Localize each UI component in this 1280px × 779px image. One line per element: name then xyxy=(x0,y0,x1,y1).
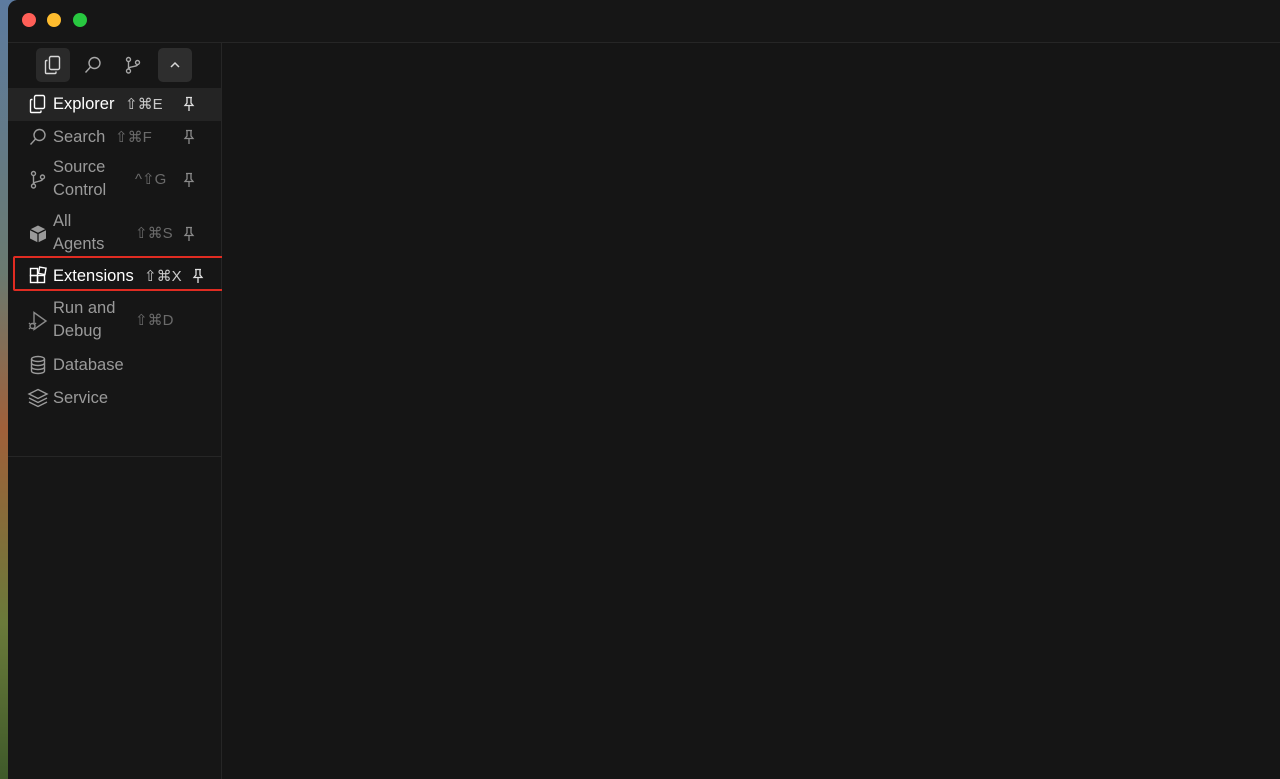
files-icon[interactable] xyxy=(36,48,70,82)
run-debug-icon xyxy=(27,310,49,332)
menu-item-label: Search xyxy=(53,128,106,146)
menu-item-label: Explorer xyxy=(53,95,115,113)
menu-item-label-line1: Run and xyxy=(53,299,116,317)
menu-item-label-line1: All xyxy=(53,212,72,230)
source-control-icon xyxy=(27,169,49,191)
menu-item-label-line2: Agents xyxy=(53,235,105,253)
source-control-icon[interactable] xyxy=(116,48,150,82)
extensions-highlight-annotation xyxy=(13,256,243,291)
menu-item-run-and-debug[interactable]: Run and Debug ⇧⌘D xyxy=(8,295,221,347)
menu-item-database[interactable]: Database xyxy=(8,349,221,382)
minimize-window-button[interactable] xyxy=(47,13,61,27)
app-window: Explorer ⇧⌘E Search ⇧⌘F Source Control ^… xyxy=(8,0,1280,779)
menu-item-label-line2: Debug xyxy=(53,322,102,340)
menu-divider xyxy=(8,456,221,457)
cube-icon xyxy=(27,223,49,245)
files-icon xyxy=(27,93,49,115)
keyboard-shortcut: ⇧⌘S xyxy=(135,225,173,242)
menu-item-source-control[interactable]: Source Control ^⇧G xyxy=(8,154,221,206)
keyboard-shortcut: ^⇧G xyxy=(135,171,167,188)
keyboard-shortcut: ⇧⌘E xyxy=(125,96,163,113)
database-icon xyxy=(27,354,49,376)
close-window-button[interactable] xyxy=(22,13,36,27)
layers-icon xyxy=(27,387,49,409)
activity-bar xyxy=(36,48,196,82)
menu-item-label: Service xyxy=(53,389,109,407)
menu-item-label-line1: Source xyxy=(53,158,106,176)
keyboard-shortcut: ⇧⌘F xyxy=(115,129,152,146)
editor-area[interactable] xyxy=(222,43,1280,779)
menu-item-service[interactable]: Service xyxy=(8,382,221,415)
title-bar xyxy=(8,0,1280,43)
menu-item-label: Database xyxy=(53,356,124,374)
search-icon xyxy=(27,126,49,148)
pin-icon[interactable] xyxy=(181,226,197,242)
pin-icon[interactable] xyxy=(181,96,197,112)
keyboard-shortcut: ⇧⌘D xyxy=(135,312,174,329)
zoom-window-button[interactable] xyxy=(73,13,87,27)
pin-icon[interactable] xyxy=(181,172,197,188)
pin-icon[interactable] xyxy=(181,129,197,145)
menu-item-label-line2: Control xyxy=(53,181,107,199)
menu-item-all-agents[interactable]: All Agents ⇧⌘S xyxy=(8,208,221,260)
menu-item-explorer[interactable]: Explorer ⇧⌘E xyxy=(8,88,221,121)
menu-item-search[interactable]: Search ⇧⌘F xyxy=(8,121,221,154)
chevron-up-icon[interactable] xyxy=(158,48,192,82)
search-icon[interactable] xyxy=(76,48,110,82)
views-menu-panel: Explorer ⇧⌘E Search ⇧⌘F Source Control ^… xyxy=(8,43,243,779)
